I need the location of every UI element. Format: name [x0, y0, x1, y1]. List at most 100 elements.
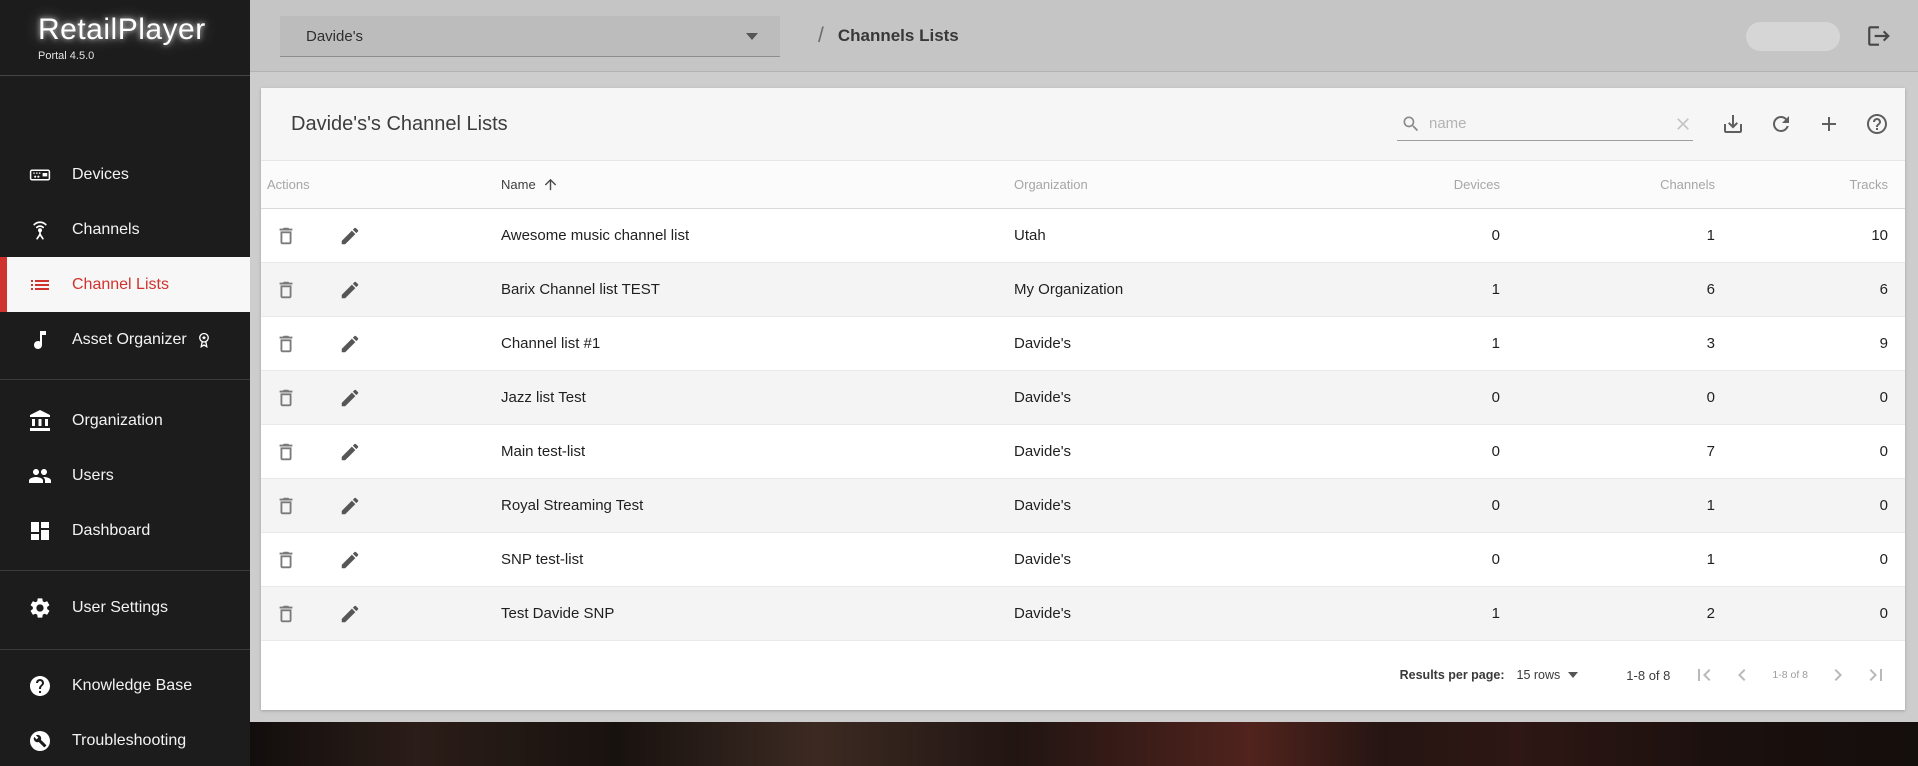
rows-per-page-select[interactable]: 15 rows	[1517, 668, 1579, 682]
prev-page-icon[interactable]	[1730, 663, 1754, 687]
cell-devices: 1	[1300, 605, 1500, 622]
column-header-tracks: Tracks	[1715, 177, 1888, 192]
app-root: RetailPlayer Portal 4.5.0 Devices	[0, 0, 1918, 766]
breadcrumb: / Channels Lists	[818, 0, 959, 72]
organization-selector[interactable]: Davide's	[280, 16, 780, 57]
table-row: Jazz list Test Davide's 0 0 0	[261, 371, 1905, 425]
sidebar-item-user-settings[interactable]: User Settings	[0, 580, 250, 635]
table-row: Main test-list Davide's 0 7 0	[261, 425, 1905, 479]
table-row: Test Davide SNP Davide's 1 2 0	[261, 587, 1905, 641]
edit-icon[interactable]	[339, 225, 361, 247]
sidebar-item-label: Devices	[72, 166, 129, 184]
cell-name: Jazz list Test	[501, 389, 1014, 406]
delete-icon[interactable]	[275, 333, 297, 355]
search-box	[1397, 107, 1693, 141]
cell-tracks: 0	[1715, 551, 1888, 568]
user-account-pill[interactable]	[1746, 22, 1840, 51]
edit-icon[interactable]	[339, 441, 361, 463]
cell-name: Channel list #1	[501, 335, 1014, 352]
table-row: Awesome music channel list Utah 0 1 10	[261, 209, 1905, 263]
cell-channels: 6	[1500, 281, 1715, 298]
cell-channels: 3	[1500, 335, 1715, 352]
refresh-icon[interactable]	[1769, 112, 1793, 136]
help-circle-icon	[28, 674, 52, 698]
app-logo-text: RetailPlayer	[38, 13, 250, 47]
channel-lists-card: Davide's's Channel Lists	[261, 88, 1905, 710]
sidebar: RetailPlayer Portal 4.5.0 Devices	[0, 0, 250, 766]
search-input[interactable]	[1429, 115, 1673, 132]
results-per-page-label: Results per page:	[1400, 668, 1505, 682]
sidebar-item-knowledge-base[interactable]: Knowledge Base	[0, 658, 250, 713]
cell-organization: Davide's	[1014, 551, 1300, 568]
sidebar-item-asset-organizer[interactable]: Asset Organizer	[0, 312, 250, 367]
chevron-down-icon	[746, 33, 758, 40]
users-icon	[28, 464, 52, 488]
results-range-label: 1-8 of 8	[1626, 668, 1670, 683]
download-icon[interactable]	[1721, 112, 1745, 136]
last-page-icon[interactable]	[1864, 663, 1888, 687]
delete-icon[interactable]	[275, 225, 297, 247]
cell-devices: 0	[1300, 551, 1500, 568]
sidebar-item-troubleshooting[interactable]: Troubleshooting	[0, 713, 250, 766]
cell-organization: Davide's	[1014, 335, 1300, 352]
row-actions	[261, 495, 501, 517]
premium-badge-icon	[194, 330, 214, 350]
delete-icon[interactable]	[275, 549, 297, 571]
delete-icon[interactable]	[275, 603, 297, 625]
cell-devices: 0	[1300, 389, 1500, 406]
column-header-organization: Organization	[1014, 177, 1300, 192]
sidebar-item-devices[interactable]: Devices	[0, 147, 250, 202]
help-icon[interactable]	[1865, 112, 1889, 136]
table-row: Barix Channel list TEST My Organization …	[261, 263, 1905, 317]
app-logo: RetailPlayer Portal 4.5.0	[0, 0, 250, 75]
table-footer: Results per page: 15 rows 1-8 of 8 1-8 o…	[261, 641, 1905, 709]
logout-icon[interactable]	[1866, 23, 1892, 49]
page-indicator: 1-8 of 8	[1772, 669, 1808, 681]
edit-icon[interactable]	[339, 495, 361, 517]
search-icon	[1401, 114, 1421, 134]
sort-ascending-icon	[542, 176, 559, 193]
cell-channels: 7	[1500, 443, 1715, 460]
edit-icon[interactable]	[339, 549, 361, 571]
row-actions	[261, 441, 501, 463]
edit-icon[interactable]	[339, 387, 361, 409]
sidebar-divider	[0, 649, 250, 650]
channels-antenna-icon	[28, 218, 52, 242]
cell-tracks: 6	[1715, 281, 1888, 298]
clear-search-icon[interactable]	[1673, 114, 1693, 134]
delete-icon[interactable]	[275, 441, 297, 463]
wrench-circle-icon	[28, 729, 52, 753]
edit-icon[interactable]	[339, 279, 361, 301]
sidebar-item-label: User Settings	[72, 599, 168, 617]
sidebar-item-users[interactable]: Users	[0, 448, 250, 503]
add-icon[interactable]	[1817, 112, 1841, 136]
main-content: Davide's's Channel Lists	[250, 72, 1918, 722]
cell-channels: 2	[1500, 605, 1715, 622]
sidebar-item-label: Knowledge Base	[72, 677, 192, 695]
toolbar	[1397, 88, 1889, 160]
cell-tracks: 0	[1715, 605, 1888, 622]
delete-icon[interactable]	[275, 495, 297, 517]
sidebar-item-channels[interactable]: Channels	[0, 202, 250, 257]
delete-icon[interactable]	[275, 279, 297, 301]
edit-icon[interactable]	[339, 603, 361, 625]
delete-icon[interactable]	[275, 387, 297, 409]
row-actions	[261, 549, 501, 571]
sidebar-item-dashboard[interactable]: Dashboard	[0, 503, 250, 558]
pagination: 1-8 of 8	[1692, 663, 1888, 687]
cell-devices: 1	[1300, 335, 1500, 352]
cell-organization: Davide's	[1014, 605, 1300, 622]
edit-icon[interactable]	[339, 333, 361, 355]
column-header-name[interactable]: Name	[501, 176, 1014, 193]
rows-per-page-value: 15 rows	[1517, 668, 1561, 682]
sidebar-item-organization[interactable]: Organization	[0, 393, 250, 448]
sidebar-item-label: Users	[72, 467, 114, 485]
first-page-icon[interactable]	[1692, 663, 1716, 687]
devices-icon	[28, 163, 52, 187]
next-page-icon[interactable]	[1826, 663, 1850, 687]
cell-tracks: 0	[1715, 389, 1888, 406]
sidebar-item-label: Channels	[72, 221, 140, 239]
sidebar-item-channel-lists[interactable]: Channel Lists	[0, 257, 250, 312]
cell-name: Awesome music channel list	[501, 227, 1014, 244]
column-header-channels: Channels	[1500, 177, 1715, 192]
